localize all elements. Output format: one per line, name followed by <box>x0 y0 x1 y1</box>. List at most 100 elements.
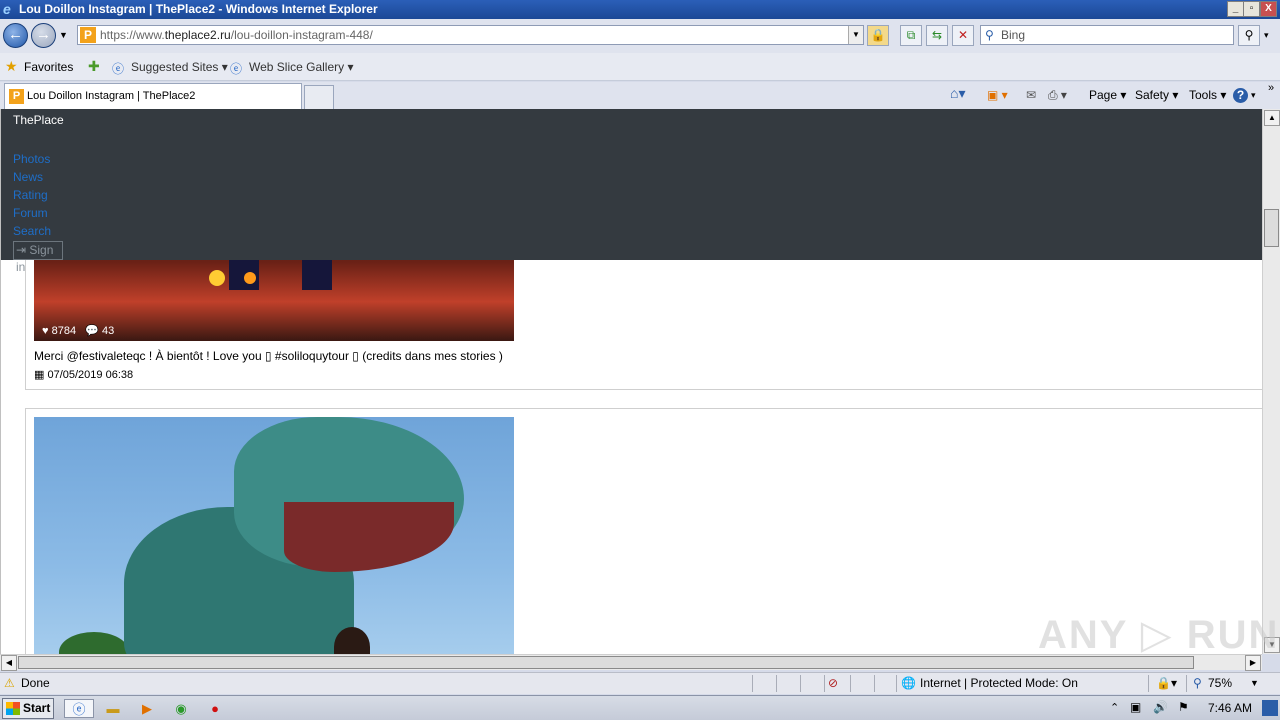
post-image[interactable] <box>34 417 514 654</box>
site-brand[interactable]: ThePlace <box>13 113 64 127</box>
show-desktop-button[interactable] <box>1262 700 1278 716</box>
security-lock-button[interactable]: 🔒 <box>867 25 889 46</box>
nav-link-photos[interactable]: Photos <box>13 152 50 166</box>
status-divider <box>1148 675 1149 692</box>
web-slice-gallery-link[interactable]: Web Slice Gallery ▾ <box>249 60 354 74</box>
taskbar: Start ⓔ ▬ ▶ ◉ ● ⌃ ▣ 🔊 ⚑ 7:46 AM <box>0 695 1280 720</box>
search-input[interactable]: ⚲ Bing <box>980 25 1234 45</box>
system-clock[interactable]: 7:46 AM <box>1208 701 1252 715</box>
forward-button[interactable]: → <box>31 23 56 48</box>
vertical-scrollbar[interactable]: ▲ ▼ <box>1262 109 1280 654</box>
compatibility-icon: ⧉ <box>906 28 916 42</box>
nav-link-news[interactable]: News <box>13 170 43 184</box>
favorites-bar: ★ Favorites ✚ ⓔ Suggested Sites ▾ ⓔ Web … <box>0 53 1280 81</box>
back-button[interactable]: ← <box>3 23 28 48</box>
address-url[interactable]: https://www.theplace2.ru/lou-doillon-ins… <box>100 26 373 44</box>
web-slice-icon: ⓔ <box>230 62 243 76</box>
show-hidden-icons[interactable]: ⌃ <box>1110 701 1119 714</box>
sign-in-button[interactable]: ⇥ Sign in <box>13 241 63 274</box>
lock-icon: 🔒 <box>870 28 886 42</box>
tab-bar: P Lou Doillon Instagram | ThePlace2 <box>0 82 1280 109</box>
start-label: Start <box>23 701 51 715</box>
vertical-scroll-thumb[interactable] <box>1264 209 1279 247</box>
home-icon[interactable]: ⌂▾ <box>950 85 965 102</box>
close-button[interactable]: X <box>1260 1 1277 17</box>
status-divider <box>850 675 851 692</box>
tools-menu[interactable]: Tools ▾ <box>1189 88 1226 102</box>
compatibility-view-button[interactable]: ⧉ <box>900 25 922 46</box>
safety-menu[interactable]: Safety ▾ <box>1135 88 1178 102</box>
status-divider <box>776 675 777 692</box>
address-bar[interactable]: P https://www.theplace2.ru/lou-doillon-i… <box>77 25 864 45</box>
post-date: ▦ 07/05/2019 06:38 <box>34 368 133 381</box>
globe-icon: 🌐 <box>901 676 916 690</box>
taskbar-media-player-icon[interactable]: ▶ <box>136 699 158 718</box>
add-favorite-icon[interactable]: ✚ <box>88 58 100 75</box>
network-icon[interactable]: ▣ <box>1130 700 1141 714</box>
window-title: Lou Doillon Instagram | ThePlace2 - Wind… <box>19 2 378 16</box>
nav-link-forum[interactable]: Forum <box>13 206 48 220</box>
action-center-flag-icon[interactable]: ⚑ <box>1178 700 1189 714</box>
calendar-icon: ▦ <box>34 369 45 381</box>
image-detail <box>284 502 454 572</box>
page-menu[interactable]: Page ▾ <box>1089 88 1126 102</box>
help-dropdown[interactable]: ▾ <box>1251 90 1256 101</box>
taskbar-ie-icon[interactable]: ⓔ <box>64 699 94 718</box>
image-detail <box>209 270 225 286</box>
volume-icon[interactable]: 🔊 <box>1153 700 1168 714</box>
scroll-up-arrow-icon[interactable]: ▲ <box>1264 110 1280 126</box>
address-dropdown-icon[interactable]: ▼ <box>848 26 863 44</box>
refresh-icon: ⇆ <box>931 28 943 42</box>
image-detail <box>334 627 370 654</box>
tab-active[interactable]: P Lou Doillon Instagram | ThePlace2 <box>4 83 302 109</box>
maximize-button[interactable]: ▫ <box>1243 1 1260 17</box>
mail-icon[interactable]: ✉ <box>1026 88 1036 102</box>
status-divider <box>1186 675 1187 692</box>
horizontal-scroll-thumb[interactable] <box>18 656 1194 669</box>
status-divider <box>874 675 875 692</box>
window-title-bar: e Lou Doillon Instagram | ThePlace2 - Wi… <box>0 0 1280 19</box>
image-detail <box>244 272 256 284</box>
help-icon[interactable]: ? <box>1233 88 1248 103</box>
stop-icon: ✕ <box>957 28 969 42</box>
search-options-dropdown[interactable]: ▾ <box>1264 30 1269 41</box>
scroll-left-arrow-icon[interactable]: ◀ <box>1 655 17 671</box>
refresh-button[interactable]: ⇆ <box>926 25 948 46</box>
ie-page-icon: ⓔ <box>112 62 125 76</box>
recent-pages-dropdown[interactable]: ▼ <box>59 30 68 40</box>
status-text: Done <box>21 676 50 690</box>
nav-link-rating[interactable]: Rating <box>13 188 48 202</box>
new-tab-button[interactable] <box>304 85 334 109</box>
privacy-icon[interactable]: ⊘ <box>828 673 838 694</box>
zoom-dropdown[interactable]: ▼ <box>1250 673 1259 694</box>
minimize-button[interactable]: _ <box>1227 1 1244 17</box>
forward-arrow-icon: → <box>36 26 51 43</box>
stop-button[interactable]: ✕ <box>952 25 974 46</box>
zoom-level[interactable]: 75% <box>1208 673 1232 694</box>
chevron-more-icon[interactable]: » <box>1268 82 1274 94</box>
start-button[interactable]: Start <box>2 698 54 719</box>
zone-text: Internet | Protected Mode: On <box>920 676 1078 690</box>
zoom-icon: ⚲ <box>1193 676 1202 690</box>
protected-mode-icon[interactable]: 🔒▾ <box>1156 673 1177 694</box>
favorites-button[interactable]: Favorites <box>24 60 73 74</box>
likes-count: 8784 <box>51 325 77 337</box>
tab-title: Lou Doillon Instagram | ThePlace2 <box>27 90 196 102</box>
print-icon[interactable]: ⎙ ▾ <box>1048 88 1067 103</box>
nav-link-search[interactable]: Search <box>13 224 51 238</box>
suggested-sites-link[interactable]: Suggested Sites ▾ <box>131 60 228 74</box>
taskbar-chrome-icon[interactable]: ◉ <box>170 699 192 718</box>
comment-icon: 💬 <box>85 325 99 337</box>
taskbar-explorer-icon[interactable]: ▬ <box>102 699 124 718</box>
search-go-button[interactable]: ⚲ <box>1238 25 1260 46</box>
feeds-icon[interactable]: ▣ ▾ <box>987 88 1008 102</box>
taskbar-opera-icon[interactable]: ● <box>204 699 226 718</box>
status-divider <box>752 675 753 692</box>
watermark: ANY ▷ RUN <box>1038 613 1280 657</box>
image-detail <box>59 632 129 654</box>
post-stats: ♥ 8784 💬 43 <box>42 324 114 337</box>
tab-favicon-icon: P <box>9 89 24 104</box>
navigation-bar: ← → ▼ P https://www.theplace2.ru/lou-doi… <box>0 19 1280 53</box>
heart-icon: ♥ <box>42 325 49 337</box>
status-divider <box>896 675 897 692</box>
